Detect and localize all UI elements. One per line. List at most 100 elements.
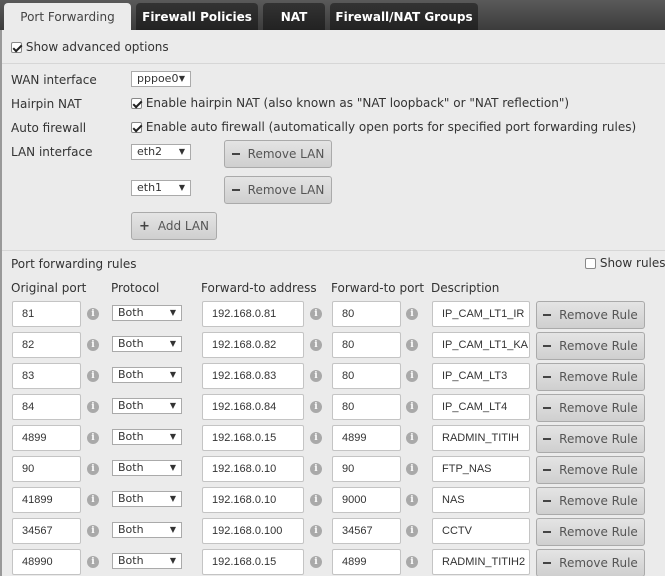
remove-rule-button[interactable]: Remove Rule — [536, 549, 645, 576]
forward-port-input[interactable]: 9000 — [332, 487, 401, 513]
info-icon[interactable]: i — [310, 401, 322, 413]
forward-address-input[interactable]: 192.168.0.82 — [202, 332, 304, 358]
auto-firewall-checkbox[interactable] — [131, 122, 142, 133]
description-input[interactable]: IP_CAM_LT3 — [432, 363, 530, 389]
protocol-select[interactable]: Both ▼ — [112, 367, 182, 383]
show-advanced-checkbox[interactable] — [11, 42, 22, 53]
tab-firewall-nat-groups[interactable]: Firewall/NAT Groups — [330, 3, 478, 30]
forward-port-input[interactable]: 80 — [332, 363, 401, 389]
protocol-select[interactable]: Both ▼ — [112, 398, 182, 414]
info-icon[interactable]: i — [87, 525, 99, 537]
forward-port-input[interactable]: 4899 — [332, 425, 401, 451]
original-port-input[interactable]: 4899 — [12, 425, 81, 451]
forward-address-input[interactable]: 192.168.0.15 — [202, 549, 304, 575]
forward-port-input[interactable]: 80 — [332, 301, 401, 327]
description-input[interactable]: IP_CAM_LT4 — [432, 394, 530, 420]
info-icon[interactable]: i — [87, 370, 99, 382]
forward-address-input[interactable]: 192.168.0.83 — [202, 363, 304, 389]
info-icon[interactable]: i — [87, 339, 99, 351]
protocol-select[interactable]: Both ▼ — [112, 553, 182, 569]
info-icon[interactable]: i — [406, 494, 418, 506]
info-icon[interactable]: i — [406, 463, 418, 475]
add-lan-button[interactable]: + Add LAN — [131, 212, 217, 240]
forward-address-input[interactable]: 192.168.0.10 — [202, 456, 304, 482]
info-icon[interactable]: i — [310, 463, 322, 475]
info-icon[interactable]: i — [310, 494, 322, 506]
protocol-select[interactable]: Both ▼ — [112, 491, 182, 507]
remove-rule-button[interactable]: Remove Rule — [536, 332, 645, 360]
auto-firewall-option[interactable]: Enable auto firewall (automatically open… — [131, 120, 636, 134]
forward-address-input[interactable]: 192.168.0.10 — [202, 487, 304, 513]
info-icon[interactable]: i — [406, 370, 418, 382]
description-input[interactable]: IP_CAM_LT1_KA — [432, 332, 530, 358]
lan-interface-select[interactable]: eth1 ▼ — [131, 180, 191, 196]
forward-address-input[interactable]: 192.168.0.15 — [202, 425, 304, 451]
forward-address-input[interactable]: 192.168.0.100 — [202, 518, 304, 544]
description-input[interactable]: RADMIN_TITIH2 — [432, 549, 530, 575]
info-icon[interactable]: i — [310, 339, 322, 351]
description-input[interactable]: NAS — [432, 487, 530, 513]
description-input[interactable]: CCTV — [432, 518, 530, 544]
original-port-input[interactable]: 48990 — [12, 549, 81, 575]
remove-rule-button[interactable]: Remove Rule — [536, 301, 645, 329]
original-port-input[interactable]: 41899 — [12, 487, 81, 513]
tab-port-forwarding[interactable]: Port Forwarding — [4, 3, 131, 30]
forward-port-input[interactable]: 4899 — [332, 549, 401, 575]
info-icon[interactable]: i — [406, 308, 418, 320]
info-icon[interactable]: i — [87, 401, 99, 413]
forward-port-input[interactable]: 80 — [332, 394, 401, 420]
original-port-input[interactable]: 34567 — [12, 518, 81, 544]
description-input[interactable]: IP_CAM_LT1_IR — [432, 301, 530, 327]
info-icon[interactable]: i — [310, 432, 322, 444]
forward-port-input[interactable]: 34567 — [332, 518, 401, 544]
original-port-input[interactable]: 84 — [12, 394, 81, 420]
original-port-input[interactable]: 82 — [12, 332, 81, 358]
original-port-input[interactable]: 83 — [12, 363, 81, 389]
info-icon[interactable]: i — [310, 525, 322, 537]
protocol-select[interactable]: Both ▼ — [112, 522, 182, 538]
remove-rule-button[interactable]: Remove Rule — [536, 518, 645, 546]
info-icon[interactable]: i — [406, 525, 418, 537]
show-rules-checkbox[interactable] — [585, 258, 596, 269]
info-icon[interactable]: i — [87, 494, 99, 506]
info-icon[interactable]: i — [310, 556, 322, 568]
protocol-select[interactable]: Both ▼ — [112, 305, 182, 321]
remove-rule-button[interactable]: Remove Rule — [536, 425, 645, 453]
info-icon[interactable]: i — [87, 432, 99, 444]
description-input[interactable]: FTP_NAS — [432, 456, 530, 482]
info-icon[interactable]: i — [310, 370, 322, 382]
show-advanced-option[interactable]: Show advanced options — [11, 40, 169, 54]
lan-interface-select[interactable]: eth2 ▼ — [131, 144, 191, 160]
info-icon[interactable]: i — [406, 556, 418, 568]
wan-interface-select[interactable]: pppoe0 ▼ — [131, 71, 191, 87]
remove-rule-button[interactable]: Remove Rule — [536, 394, 645, 422]
info-icon[interactable]: i — [87, 556, 99, 568]
hairpin-nat-checkbox[interactable] — [131, 98, 142, 109]
info-icon[interactable]: i — [87, 463, 99, 475]
remove-rule-button[interactable]: Remove Rule — [536, 456, 645, 484]
protocol-select[interactable]: Both ▼ — [112, 460, 182, 476]
remove-lan-button[interactable]: Remove LAN — [224, 140, 332, 168]
hairpin-nat-option[interactable]: Enable hairpin NAT (also known as "NAT l… — [131, 96, 569, 110]
forward-port-input[interactable]: 90 — [332, 456, 401, 482]
info-icon[interactable]: i — [87, 308, 99, 320]
info-icon[interactable]: i — [406, 339, 418, 351]
protocol-select[interactable]: Both ▼ — [112, 429, 182, 445]
info-icon[interactable]: i — [406, 401, 418, 413]
tab-nat[interactable]: NAT — [263, 3, 325, 30]
tab-firewall-policies[interactable]: Firewall Policies — [136, 3, 258, 30]
description-input[interactable]: RADMIN_TITIH — [432, 425, 530, 451]
show-rules-option[interactable]: Show rules — [585, 256, 665, 270]
remove-rule-button[interactable]: Remove Rule — [536, 487, 645, 515]
info-icon[interactable]: i — [406, 432, 418, 444]
forward-port-input[interactable]: 80 — [332, 332, 401, 358]
original-port-input[interactable]: 81 — [12, 301, 81, 327]
protocol-select[interactable]: Both ▼ — [112, 336, 182, 352]
forward-address-input[interactable]: 192.168.0.81 — [202, 301, 304, 327]
forward-address-input[interactable]: 192.168.0.84 — [202, 394, 304, 420]
remove-rule-button[interactable]: Remove Rule — [536, 363, 645, 391]
remove-lan-button[interactable]: Remove LAN — [224, 176, 332, 204]
protocol-value: Both — [118, 554, 144, 567]
info-icon[interactable]: i — [310, 308, 322, 320]
original-port-input[interactable]: 90 — [12, 456, 81, 482]
